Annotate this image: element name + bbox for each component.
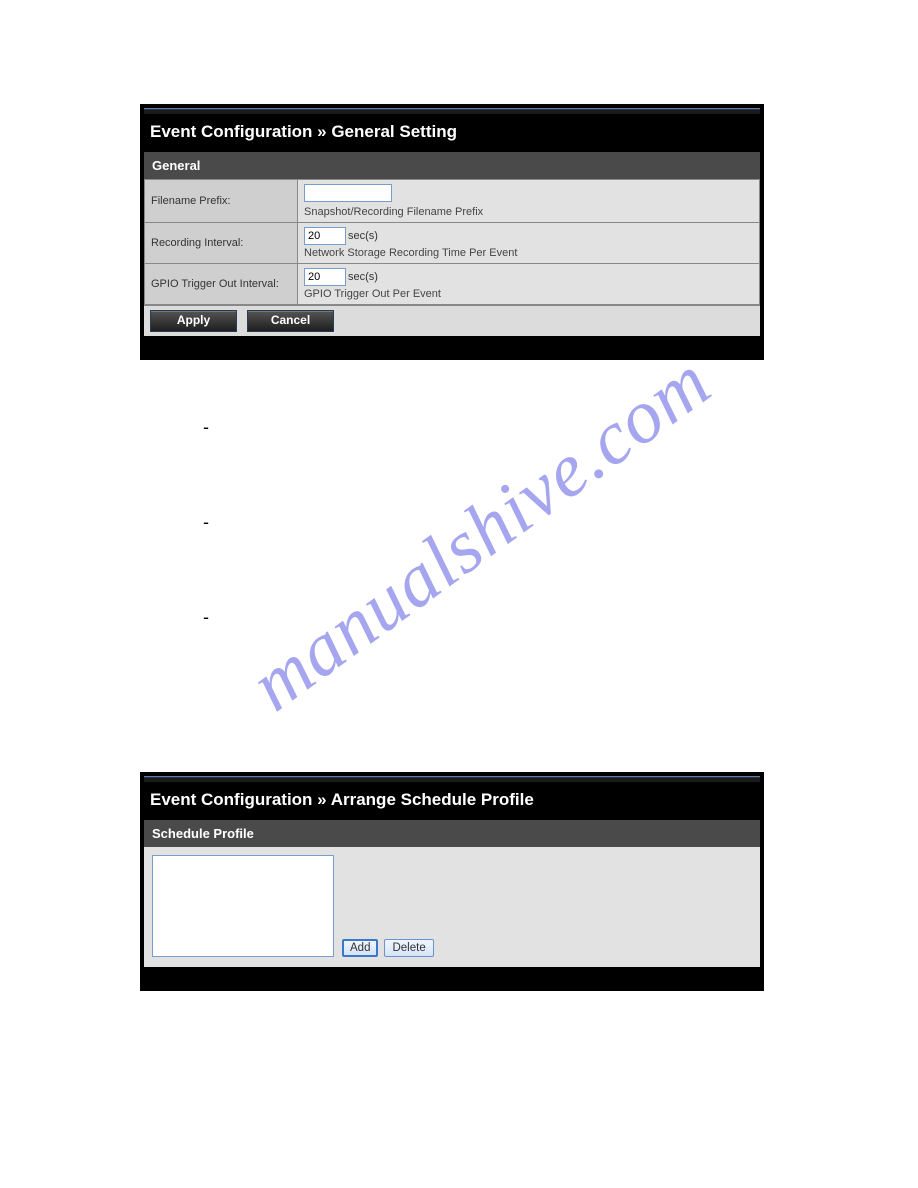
profile-body: Add Delete: [144, 847, 760, 967]
panel-footer: [144, 336, 760, 356]
gpio-interval-input[interactable]: [304, 268, 346, 286]
general-setting-panel: Event Configuration » General Setting Ge…: [140, 104, 764, 360]
label-recording-interval: Recording Interval:: [145, 223, 298, 264]
settings-table: Filename Prefix: Snapshot/Recording File…: [144, 179, 760, 305]
recording-interval-input[interactable]: [304, 227, 346, 245]
filename-prefix-input[interactable]: [304, 184, 392, 202]
label-gpio-interval: GPIO Trigger Out Interval:: [145, 264, 298, 305]
row-filename-prefix: Filename Prefix: Snapshot/Recording File…: [145, 180, 760, 223]
panel-heading: Event Configuration » General Setting: [144, 114, 760, 152]
gpio-interval-unit: sec(s): [348, 271, 378, 283]
schedule-profile-listbox[interactable]: [152, 855, 334, 957]
apply-button[interactable]: Apply: [150, 310, 237, 332]
delete-button[interactable]: Delete: [384, 939, 433, 957]
section-heading-general: General: [144, 152, 760, 179]
watermark: manualshive.com: [235, 338, 727, 729]
hint-gpio-interval: GPIO Trigger Out Per Event: [304, 288, 753, 300]
add-button[interactable]: Add: [342, 939, 378, 957]
button-row: Apply Cancel: [144, 305, 760, 336]
row-gpio-interval: GPIO Trigger Out Interval: sec(s) GPIO T…: [145, 264, 760, 305]
section-heading-schedule: Schedule Profile: [144, 820, 760, 847]
recording-interval-unit: sec(s): [348, 230, 378, 242]
row-recording-interval: Recording Interval: sec(s) Network Stora…: [145, 223, 760, 264]
label-filename-prefix: Filename Prefix:: [145, 180, 298, 223]
panel-footer: [144, 967, 760, 987]
profile-button-group: Add Delete: [342, 939, 434, 957]
schedule-profile-panel: Event Configuration » Arrange Schedule P…: [140, 772, 764, 991]
page-dashes: - - -: [203, 417, 209, 628]
cancel-button[interactable]: Cancel: [247, 310, 334, 332]
hint-recording-interval: Network Storage Recording Time Per Event: [304, 247, 753, 259]
panel-heading: Event Configuration » Arrange Schedule P…: [144, 782, 760, 820]
hint-filename-prefix: Snapshot/Recording Filename Prefix: [304, 206, 753, 218]
